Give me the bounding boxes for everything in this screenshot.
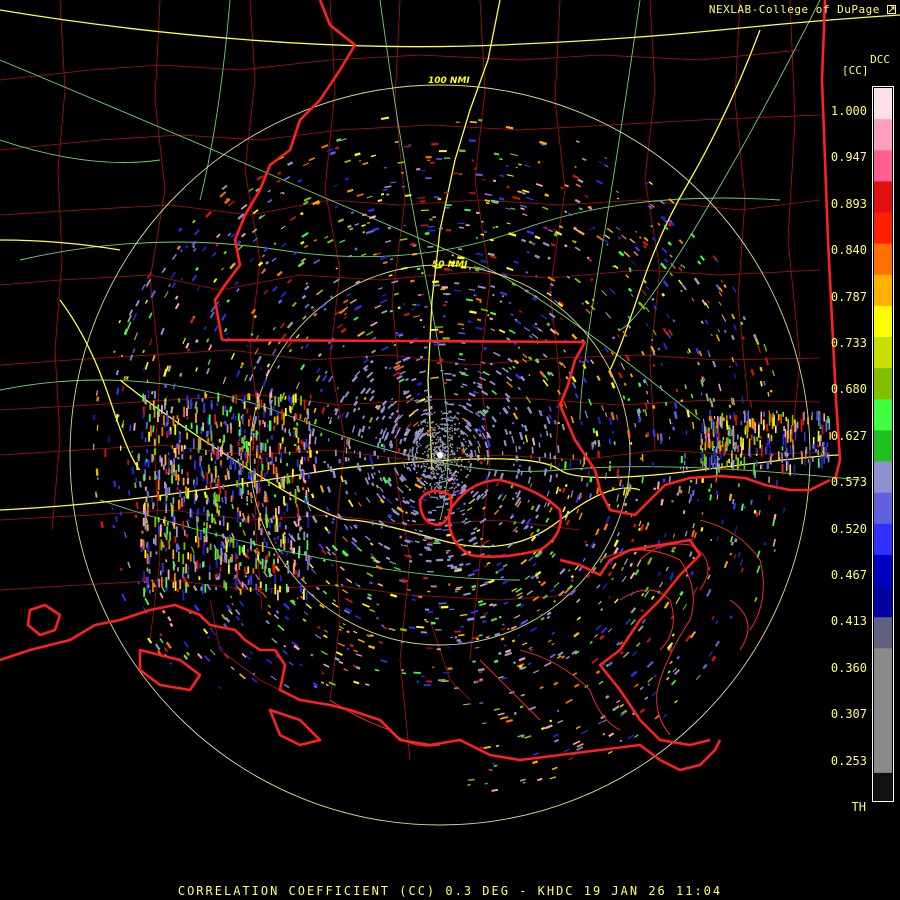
legend-label: 0.467 bbox=[830, 568, 867, 582]
legend-label: 0.573 bbox=[830, 475, 867, 490]
legend-swatch bbox=[874, 461, 892, 494]
legend-swatch bbox=[874, 181, 892, 214]
color-legend-bar bbox=[872, 86, 894, 802]
legend-swatch bbox=[874, 274, 892, 307]
legend-label: 0.680 bbox=[830, 382, 867, 397]
legend-label: 0.360 bbox=[830, 660, 867, 675]
legend-swatch bbox=[874, 710, 892, 743]
legend-label: 0.627 bbox=[830, 428, 867, 443]
credit-text: NEXLAB-College of DuPage bbox=[709, 3, 896, 16]
legend-label: 0.787 bbox=[830, 289, 867, 304]
legend-swatch bbox=[874, 150, 892, 182]
legend-swatch bbox=[874, 88, 892, 120]
legend-swatch bbox=[874, 399, 892, 431]
legend-swatch bbox=[874, 648, 892, 680]
legend-label: 0.733 bbox=[830, 336, 867, 350]
legend-swatch bbox=[874, 337, 892, 369]
legend-label: 0.253 bbox=[830, 753, 867, 768]
legend-label: 0.520 bbox=[830, 521, 867, 536]
legend-swatch bbox=[874, 586, 892, 618]
radar-site-marker bbox=[437, 452, 443, 458]
legend-swatch bbox=[874, 119, 892, 151]
legend-swatch bbox=[874, 212, 892, 245]
legend-swatch bbox=[874, 741, 892, 774]
legend-label: 0.413 bbox=[830, 614, 867, 629]
unit-label: [CC] bbox=[842, 64, 869, 77]
legend-swatch bbox=[874, 492, 892, 525]
legend-swatch bbox=[874, 243, 892, 276]
legend-label: 0.840 bbox=[830, 243, 867, 258]
product-code: DCC bbox=[870, 53, 890, 66]
legend-swatch bbox=[874, 554, 892, 587]
legend-label: 0.893 bbox=[830, 196, 867, 211]
legend-swatch bbox=[874, 679, 892, 712]
legend-label: 0.307 bbox=[830, 707, 867, 722]
legend-label: TH bbox=[851, 800, 866, 814]
legend-label: 0.947 bbox=[830, 150, 867, 165]
legend-swatch bbox=[874, 617, 892, 649]
legend-swatch bbox=[874, 368, 892, 400]
legend-swatch bbox=[874, 305, 892, 338]
credit-label: NEXLAB-College of DuPage bbox=[708, 3, 880, 16]
product-title: CORRELATION COEFFICIENT (CC) 0.3 DEG - K… bbox=[177, 884, 723, 898]
legend-swatch bbox=[874, 523, 892, 556]
ring-label-50: 50 NMI bbox=[432, 260, 468, 270]
legend-swatch bbox=[874, 430, 892, 463]
radar-map[interactable]: 100 NMI 50 NMI bbox=[0, 0, 900, 900]
expand-arrow-icon[interactable] bbox=[887, 5, 896, 14]
legend-swatch bbox=[874, 772, 892, 802]
legend-label: 1.000 bbox=[830, 104, 867, 118]
ring-label-100: 100 NMI bbox=[428, 76, 470, 86]
